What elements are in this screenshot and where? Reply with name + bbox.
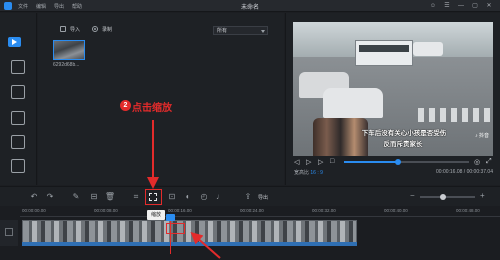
track-header (0, 220, 18, 246)
video-car (413, 42, 443, 56)
menu-file[interactable]: 文件 (18, 3, 28, 10)
import-icon[interactable] (60, 26, 66, 32)
video-subtitle-line1: 下车后没有关心小孩是否受伤 (361, 130, 447, 137)
lock-icon[interactable] (5, 228, 13, 236)
undo-icon[interactable]: ↶ (28, 191, 40, 203)
text-icon[interactable] (11, 60, 25, 74)
close-button[interactable]: ✕ (484, 1, 494, 11)
edit-icon[interactable]: ✎ (70, 191, 82, 203)
menu-export[interactable]: 导出 (54, 3, 64, 10)
ruler-tick: 00:00:16.00 (168, 208, 192, 213)
voiceover-icon[interactable]: ♩ (214, 191, 226, 203)
ruler-tick: 00:00:00.00 (22, 208, 46, 213)
media-thumbnail[interactable] (53, 40, 85, 60)
timeline: 00:00:00.00 00:00:08.00 00:00:16.00 00:0… (0, 206, 500, 260)
playhead-highlight (166, 223, 185, 234)
playback-progress-handle[interactable] (394, 159, 401, 165)
stop-icon[interactable]: □ (330, 158, 334, 165)
media-filter-select[interactable]: 所有 (213, 26, 268, 35)
playback-progress-fill (344, 161, 398, 163)
title-bar: 文件 编辑 导出 帮助 未命名 ☺ ☰ — ▢ ✕ (0, 0, 500, 12)
minimize-button[interactable]: — (456, 1, 466, 11)
color-icon[interactable]: ◐ (182, 191, 194, 203)
chevron-down-icon (261, 30, 265, 33)
playback-progress[interactable] (344, 159, 469, 165)
menu-edit[interactable]: 编辑 (36, 3, 46, 10)
play-icon[interactable]: ▷ (306, 158, 311, 166)
playback-controls: ◁ ▷ ▷ □ ◎ ⤢ 宽高比 16 : 9 00:00:16.08 / 00:… (286, 156, 500, 186)
zoom-button[interactable] (145, 189, 162, 205)
record-button[interactable]: 录制 (102, 26, 112, 33)
record-icon[interactable] (92, 26, 98, 32)
element-icon[interactable] (11, 159, 25, 173)
zoom-tooltip: 缩放 (147, 210, 165, 220)
prev-frame-icon[interactable]: ◁ (294, 158, 299, 166)
ruler-tick: 00:00:24.00 (240, 208, 264, 213)
video-clip-bar (22, 242, 357, 246)
video-people (313, 118, 368, 156)
video-car (323, 88, 383, 118)
speed-icon[interactable]: ◴ (198, 191, 210, 203)
ruler-line (20, 216, 500, 217)
media-filter-value: 所有 (217, 28, 228, 34)
timeline-ruler[interactable]: 00:00:00.00 00:00:08.00 00:00:16.00 00:0… (20, 208, 500, 218)
video-crosswalk (418, 108, 493, 122)
ruler-tick: 00:00:08.00 (94, 208, 118, 213)
export-button[interactable]: 导出 (258, 194, 268, 201)
zoom-out-icon[interactable]: − (410, 191, 415, 200)
edit-toolbar: ↶ ↷ ✎ ⊟ 🗑 ⌗ ⊡ ◐ ◴ ♩ ⇪ 导出 − + (0, 186, 500, 206)
menu-icon[interactable]: ☰ (442, 1, 452, 11)
crop-icon[interactable]: ⌗ (130, 191, 142, 203)
redo-icon[interactable]: ↷ (44, 191, 56, 203)
split-icon[interactable]: ⊟ (88, 191, 100, 203)
annotation-text: 点击缩放 (132, 103, 172, 114)
zoom-icon (149, 193, 157, 201)
annotation-step-badge: 2 (120, 100, 131, 111)
media-icon (12, 39, 17, 45)
duration-icon[interactable]: ⊡ (166, 191, 178, 203)
video-subtitle-line2: 反而斥责家长 (383, 141, 423, 148)
app-logo (4, 2, 12, 10)
video-preview: 下车后没有关心小孩是否受伤 反而斥责家长 ♪ 抖音 (293, 22, 493, 156)
ruler-tick: 00:00:32.00 (312, 208, 336, 213)
timeline-zoom-handle[interactable] (440, 194, 446, 200)
app-title: 未命名 (240, 5, 259, 11)
ruler-tick: 00:00:40.00 (384, 208, 408, 213)
zoom-in-icon[interactable]: + (480, 191, 485, 200)
aspect-ratio-label: 宽高比 (294, 170, 310, 176)
import-button[interactable]: 导入 (70, 26, 80, 33)
snapshot-icon[interactable]: ◎ (474, 158, 480, 166)
fullscreen-icon[interactable]: ⤢ (486, 158, 492, 166)
sidebar (0, 13, 37, 185)
overlay-icon[interactable] (11, 111, 25, 125)
menu-help[interactable]: 帮助 (72, 3, 82, 10)
feedback-icon[interactable]: ☺ (428, 1, 438, 11)
timeline-zoom-slider[interactable] (420, 194, 475, 200)
aspect-ratio-value: 16 : 9 (310, 170, 323, 176)
transition-icon[interactable] (11, 135, 25, 149)
delete-icon[interactable]: 🗑 (104, 191, 116, 203)
export-icon[interactable]: ⇪ (242, 191, 254, 203)
aspect-ratio[interactable]: 宽高比 16 : 9 (294, 169, 323, 176)
video-watermark: ♪ 抖音 (475, 133, 489, 139)
timecode: 00:00:16.08 / 00:00:37.04 (436, 169, 493, 175)
maximize-button[interactable]: ▢ (470, 1, 480, 11)
ruler-tick: 00:00:48.00 (456, 208, 480, 213)
preview-panel: 下车后没有关心小孩是否受伤 反而斥责家长 ♪ 抖音 ◁ ▷ ▷ □ ◎ ⤢ 宽高… (285, 13, 500, 185)
playhead-handle[interactable] (166, 214, 175, 221)
video-bus (355, 40, 413, 66)
filter-icon[interactable] (11, 85, 25, 99)
next-frame-icon[interactable]: ▷ (318, 158, 323, 166)
media-thumbnail-name: 6292d68b... (53, 62, 80, 68)
